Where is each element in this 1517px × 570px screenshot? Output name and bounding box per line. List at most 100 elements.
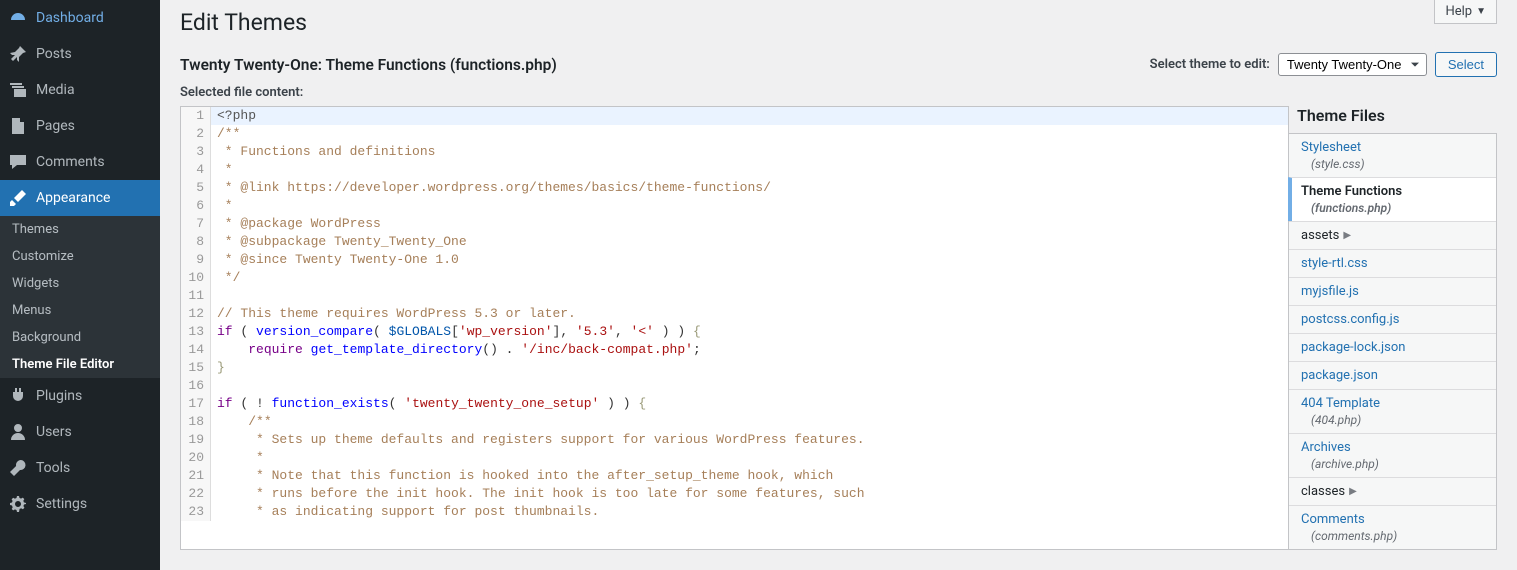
code-content[interactable]: * Note that this function is hooked into… [211,467,833,485]
code-line[interactable]: 20 * [181,449,1288,467]
file-label: package-lock.json [1301,340,1405,355]
code-line[interactable]: 2/** [181,125,1288,143]
code-content[interactable]: require get_template_directory() . '/inc… [211,341,701,359]
file-sublabel: (archive.php) [1301,457,1484,471]
submenu-item-theme-file-editor[interactable]: Theme File Editor [0,351,160,378]
line-number: 19 [181,431,211,449]
code-content[interactable]: * [211,161,233,179]
code-line[interactable]: 8 * @subpackage Twenty_Twenty_One [181,233,1288,251]
folder-item[interactable]: assets▶ [1289,221,1496,249]
file-label: Archives [1301,440,1351,455]
sidebar-item-pages[interactable]: Pages [0,108,160,144]
code-content[interactable]: * @subpackage Twenty_Twenty_One [211,233,467,251]
code-line[interactable]: 16 [181,377,1288,395]
file-item[interactable]: 404 Template(404.php) [1289,389,1496,433]
file-item[interactable]: Theme Functions(functions.php) [1288,177,1496,221]
code-line[interactable]: 6 * [181,197,1288,215]
sidebar-item-users[interactable]: Users [0,414,160,450]
code-line[interactable]: 21 * Note that this function is hooked i… [181,467,1288,485]
sidebar-item-dashboard[interactable]: Dashboard [0,0,160,36]
file-item[interactable]: postcss.config.js [1289,305,1496,333]
help-tab[interactable]: Help ▼ [1434,0,1497,24]
code-content[interactable]: } [211,359,225,377]
sidebar-item-appearance[interactable]: Appearance [0,180,160,216]
submenu-item-widgets[interactable]: Widgets [0,270,160,297]
code-line[interactable]: 19 * Sets up theme defaults and register… [181,431,1288,449]
main-content: Help ▼ Edit Themes Twenty Twenty-One: Th… [160,0,1517,570]
code-line[interactable]: 3 * Functions and definitions [181,143,1288,161]
line-number: 6 [181,197,211,215]
file-label: Comments [1301,512,1365,527]
code-line[interactable]: 1<?php [181,107,1288,125]
code-content[interactable]: if ( version_compare( $GLOBALS['wp_versi… [211,323,701,341]
line-number: 16 [181,377,211,395]
file-item[interactable]: style-rtl.css [1289,249,1496,277]
sidebar-item-media[interactable]: Media [0,72,160,108]
code-content[interactable]: * as indicating support for post thumbna… [211,503,599,521]
code-line[interactable]: 7 * @package WordPress [181,215,1288,233]
code-content[interactable]: * [211,449,264,467]
file-item[interactable]: myjsfile.js [1289,277,1496,305]
sidebar-item-label: Users [36,424,72,440]
theme-select[interactable]: Twenty Twenty-One [1278,53,1427,76]
sidebar-item-settings[interactable]: Settings [0,486,160,522]
code-content[interactable]: * @since Twenty Twenty-One 1.0 [211,251,459,269]
code-line[interactable]: 4 * [181,161,1288,179]
code-line[interactable]: 11 [181,287,1288,305]
line-number: 21 [181,467,211,485]
line-number: 14 [181,341,211,359]
submenu-item-menus[interactable]: Menus [0,297,160,324]
code-line[interactable]: 5 * @link https://developer.wordpress.or… [181,179,1288,197]
code-content[interactable]: * runs before the init hook. The init ho… [211,485,865,503]
code-content[interactable]: <?php [211,107,256,125]
line-number: 22 [181,485,211,503]
file-sublabel: (functions.php) [1301,201,1484,215]
code-line[interactable]: 12// This theme requires WordPress 5.3 o… [181,305,1288,323]
folder-item[interactable]: classes▶ [1289,477,1496,505]
code-content[interactable]: * Functions and definitions [211,143,435,161]
code-content[interactable]: * Sets up theme defaults and registers s… [211,431,865,449]
code-content[interactable]: if ( ! function_exists( 'twenty_twenty_o… [211,395,646,413]
file-item[interactable]: package.json [1289,361,1496,389]
code-content[interactable]: * @package WordPress [211,215,381,233]
file-sublabel: (style.css) [1301,157,1484,171]
sidebar-item-tools[interactable]: Tools [0,450,160,486]
code-content[interactable]: /** [211,125,240,143]
code-content[interactable]: // This theme requires WordPress 5.3 or … [211,305,576,323]
help-label: Help [1445,4,1472,19]
pin-icon [8,44,28,64]
code-line[interactable]: 14 require get_template_directory() . '/… [181,341,1288,359]
file-item[interactable]: Comments(comments.php) [1289,505,1496,549]
code-line[interactable]: 13if ( version_compare( $GLOBALS['wp_ver… [181,323,1288,341]
code-content[interactable]: */ [211,269,240,287]
code-content[interactable] [211,287,217,305]
brush-icon [8,188,28,208]
sidebar-item-plugins[interactable]: Plugins [0,378,160,414]
file-item[interactable]: package-lock.json [1289,333,1496,361]
plugin-icon [8,386,28,406]
code-line[interactable]: 15} [181,359,1288,377]
sidebar-item-comments[interactable]: Comments [0,144,160,180]
submenu-item-themes[interactable]: Themes [0,216,160,243]
code-line[interactable]: 18 /** [181,413,1288,431]
submenu-item-customize[interactable]: Customize [0,243,160,270]
code-editor[interactable]: 1<?php2/**3 * Functions and definitions4… [180,106,1289,550]
select-button[interactable]: Select [1435,52,1497,77]
code-content[interactable]: * [211,197,233,215]
code-content[interactable] [211,377,217,395]
file-item[interactable]: Stylesheet(style.css) [1289,134,1496,177]
dashboard-icon [8,8,28,28]
code-line[interactable]: 9 * @since Twenty Twenty-One 1.0 [181,251,1288,269]
file-label: postcss.config.js [1301,312,1399,327]
file-heading: Twenty Twenty-One: Theme Functions (func… [180,56,557,74]
submenu-item-background[interactable]: Background [0,324,160,351]
code-content[interactable]: /** [211,413,272,431]
line-number: 7 [181,215,211,233]
code-line[interactable]: 22 * runs before the init hook. The init… [181,485,1288,503]
sidebar-item-posts[interactable]: Posts [0,36,160,72]
code-line[interactable]: 17if ( ! function_exists( 'twenty_twenty… [181,395,1288,413]
code-content[interactable]: * @link https://developer.wordpress.org/… [211,179,771,197]
code-line[interactable]: 23 * as indicating support for post thum… [181,503,1288,521]
file-item[interactable]: Archives (archive.php) [1289,433,1496,477]
code-line[interactable]: 10 */ [181,269,1288,287]
